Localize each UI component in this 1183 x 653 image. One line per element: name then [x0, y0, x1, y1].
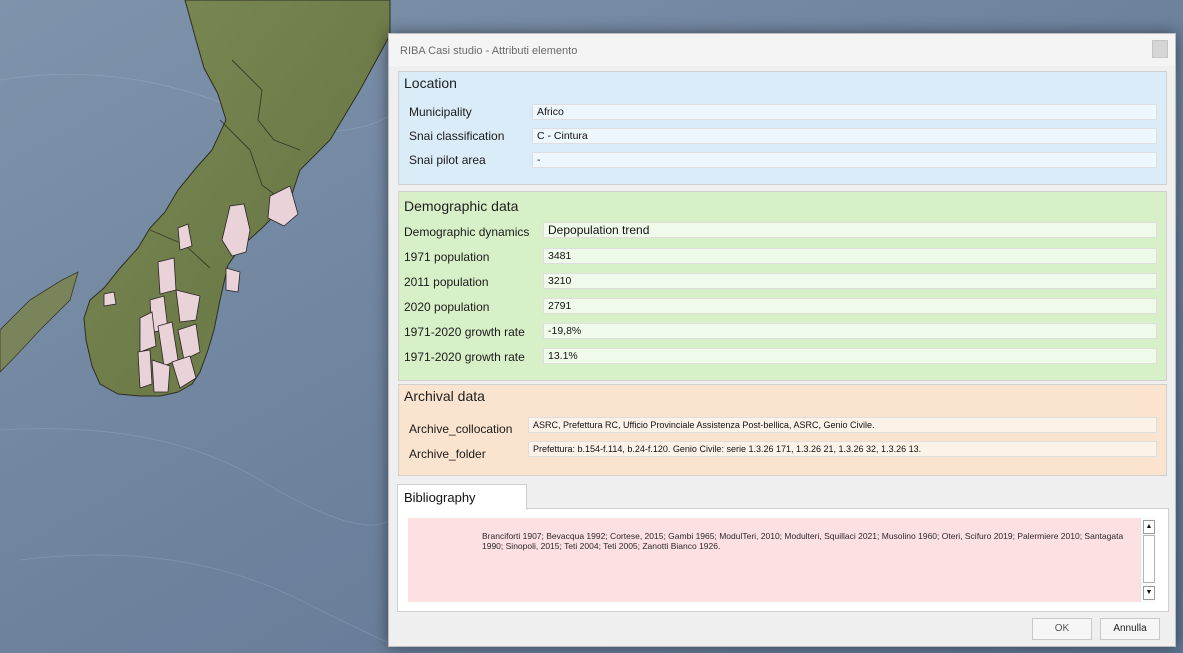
growth-rate-field[interactable]: -19,8% — [543, 323, 1157, 339]
archive-collocation-label: Archive_collocation — [409, 422, 513, 436]
demographic-section: Demographic data Demographic dynamics De… — [398, 191, 1167, 381]
snai-pilot-area-field[interactable]: - — [532, 152, 1157, 168]
title-bar[interactable]: RIBA Casi studio - Attributi elemento — [389, 34, 1175, 66]
ok-button[interactable]: OK — [1032, 618, 1092, 640]
snai-pilot-area-label: Snai pilot area — [409, 153, 486, 167]
cancel-button[interactable]: Annulla — [1100, 618, 1160, 640]
section-title-archival: Archival data — [404, 388, 485, 404]
growth-rate-field-2[interactable]: 13.1% — [543, 348, 1157, 364]
scrollbar-thumb[interactable] — [1143, 535, 1155, 583]
arrow-down-icon[interactable]: ▼ — [1143, 586, 1155, 600]
snai-classification-label: Snai classification — [409, 129, 505, 143]
growth-rate-label: 1971-2020 growth rate — [404, 325, 525, 339]
archive-folder-label: Archive_folder — [409, 447, 486, 461]
population-1971-field[interactable]: 3481 — [543, 248, 1157, 264]
section-title-demographic: Demographic data — [404, 198, 519, 214]
municipality-field[interactable]: Africo — [532, 104, 1157, 120]
close-icon[interactable] — [1152, 40, 1168, 58]
population-2011-label: 2011 population — [404, 275, 489, 289]
municipality-label: Municipality — [409, 105, 472, 119]
archive-folder-field[interactable]: Prefettura: b.154-f.114, b.24-f.120. Gen… — [528, 441, 1157, 457]
attributes-dialog: RIBA Casi studio - Attributi elemento Lo… — [388, 33, 1176, 647]
population-2020-field[interactable]: 2791 — [543, 298, 1157, 314]
population-2020-label: 2020 population — [404, 300, 490, 314]
window-title: RIBA Casi studio - Attributi elemento — [400, 45, 578, 57]
archival-section: Archival data Archive_collocation ASRC, … — [398, 384, 1167, 476]
tab-bibliography-label: Bibliography — [404, 490, 476, 505]
demographic-dynamics-field[interactable]: Depopulation trend — [543, 222, 1157, 238]
population-2011-field[interactable]: 3210 — [543, 273, 1157, 289]
population-1971-label: 1971 population — [404, 250, 490, 264]
location-section: Location Municipality Africo Snai classi… — [398, 71, 1167, 185]
tab-bibliography[interactable]: Bibliography — [397, 484, 527, 510]
demographic-dynamics-label: Demographic dynamics — [404, 225, 530, 239]
bibliography-panel: Branciforti 1907; Bevacqua 1992; Cortese… — [397, 508, 1169, 612]
bibliography-textarea[interactable]: Branciforti 1907; Bevacqua 1992; Cortese… — [408, 518, 1155, 602]
vertical-scrollbar[interactable]: ▲ ▼ — [1140, 518, 1155, 602]
bibliography-text: Branciforti 1907; Bevacqua 1992; Cortese… — [482, 531, 1124, 551]
archive-collocation-field[interactable]: ASRC, Prefettura RC, Ufficio Provinciale… — [528, 417, 1157, 433]
growth-rate-label-2: 1971-2020 growth rate — [404, 350, 525, 364]
section-title-location: Location — [404, 75, 457, 91]
snai-classification-field[interactable]: C - Cintura — [532, 128, 1157, 144]
arrow-up-icon[interactable]: ▲ — [1143, 520, 1155, 534]
